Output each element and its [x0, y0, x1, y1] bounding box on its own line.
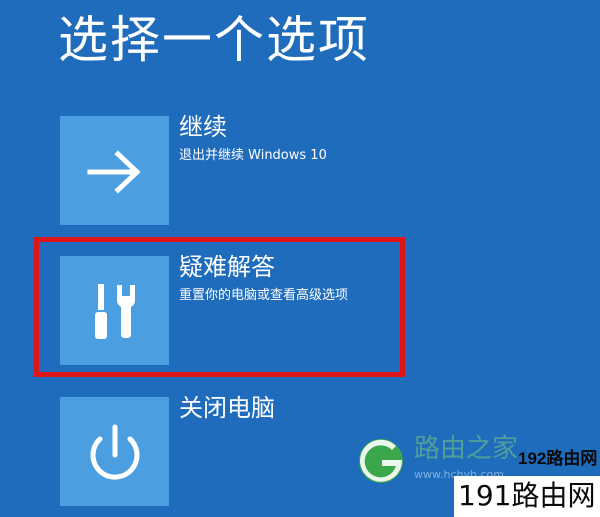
power-icon — [90, 424, 140, 480]
shutdown-label: 关闭电脑 — [179, 394, 275, 422]
troubleshoot-label: 疑难解答 — [179, 253, 275, 281]
continue-option[interactable]: 继续 退出并继续 Windows 10 — [60, 113, 580, 226]
continue-tile[interactable] — [60, 116, 169, 225]
troubleshoot-option[interactable]: 疑难解答 重置你的电脑或查看高级选项 — [60, 253, 580, 366]
watermark-faded-text: 路由之家 — [414, 434, 519, 464]
watermark-192-brand: 192路由网 — [518, 449, 598, 468]
continue-label: 继续 — [179, 113, 227, 141]
troubleshoot-tile[interactable] — [60, 256, 169, 365]
continue-description: 退出并继续 Windows 10 — [179, 148, 327, 163]
watermark-191-badge: 191路由网 — [454, 476, 600, 517]
watermark-logo-icon — [359, 439, 403, 483]
arrow-right-icon — [87, 150, 141, 194]
watermark: 路由之家 www.hchyh.com 192路由网 191路由网 — [356, 430, 600, 517]
troubleshoot-description: 重置你的电脑或查看高级选项 — [179, 288, 349, 303]
screwdriver-wrench-icon — [95, 284, 136, 339]
shutdown-tile[interactable] — [60, 397, 169, 506]
page-title: 选择一个选项 — [58, 11, 370, 69]
watermark-191-brand: 191路由网 — [458, 479, 596, 512]
